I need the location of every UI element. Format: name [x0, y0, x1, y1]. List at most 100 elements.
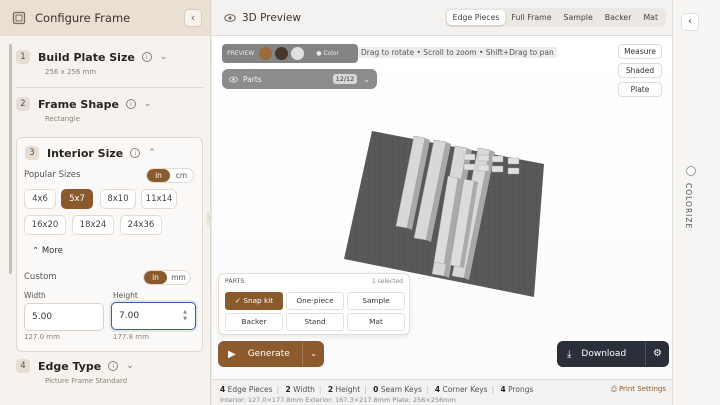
interior-size-card: 3 Interior Size i ⌃ Popular Sizes in cm … — [16, 137, 203, 352]
step-number: 2 — [16, 97, 30, 111]
step-summary: 256 x 256 mm — [45, 68, 97, 76]
generate-button[interactable]: ▶ Generate ⌄ — [218, 341, 324, 367]
chevron-up-icon: ⌃ — [32, 246, 40, 256]
colorize-tab[interactable]: COLORIZE — [684, 183, 693, 229]
preview-header: 3D Preview Edge Pieces Full Frame Sample… — [212, 0, 672, 36]
chevron-down-icon[interactable]: ⌄ — [126, 361, 134, 371]
unit-cm-option[interactable]: cm — [170, 169, 193, 182]
controls-hint: Drag to rotate • Scroll to zoom • Shift+… — [358, 47, 557, 58]
step-edge-type[interactable]: 4 Edge Type i ⌄ Picture Frame Standard — [16, 356, 204, 385]
panel-header: Configure Frame ‹ — [0, 0, 210, 36]
download-button[interactable]: ⤓ Download ⚙ — [557, 341, 669, 367]
height-count-label: Height — [335, 385, 361, 394]
3d-viewport[interactable]: PREVIEW ● Color Drag to rotate • Scroll … — [212, 36, 672, 379]
unit-in-option[interactable]: in — [144, 271, 167, 284]
tab-backer[interactable]: Backer — [599, 10, 638, 25]
tab-full-frame[interactable]: Full Frame — [505, 10, 557, 25]
step-interior-size[interactable]: 3 Interior Size i ⌃ — [25, 143, 156, 163]
edge-pieces-count: 4 — [220, 385, 226, 394]
step-title: Build Plate Size — [38, 50, 135, 64]
sample-button[interactable]: Sample — [347, 292, 405, 310]
size-4x6-button[interactable]: 4x6 — [24, 189, 56, 209]
width-count: 2 — [285, 385, 291, 394]
chevron-down-icon[interactable]: ⌄ — [160, 52, 168, 62]
size-5x7-button[interactable]: 5x7 — [61, 189, 93, 209]
custom-label: Custom — [24, 272, 57, 282]
color-picker[interactable]: ● Color — [316, 50, 339, 57]
stepper-icon[interactable]: ▲ ▼ — [183, 309, 187, 323]
chevron-down-icon[interactable]: ⌄ — [144, 99, 152, 109]
parts-count-badge: 12/12 — [332, 74, 358, 84]
size-16x20-button[interactable]: 16x20 — [24, 215, 66, 235]
height-label: Height — [113, 291, 138, 300]
view-tabs: Edge Pieces Full Frame Sample Backer Mat — [444, 8, 666, 27]
configure-panel: Configure Frame ‹ 1 Build Plate Size i ⌄… — [0, 0, 211, 405]
print-settings-link[interactable]: ⎙ Print Settings — [611, 385, 666, 394]
preview-color-bar: PREVIEW ● Color — [222, 44, 358, 63]
seam-keys-label: Seam Keys — [380, 385, 422, 394]
plate-button[interactable]: Plate — [618, 82, 662, 97]
size-8x10-button[interactable]: 8x10 — [100, 189, 136, 209]
one-piece-button[interactable]: One-piece — [286, 292, 344, 310]
size-11x14-button[interactable]: 11x14 — [141, 189, 177, 209]
corner-keys-count: 4 — [434, 385, 441, 394]
scrollbar[interactable] — [9, 44, 12, 274]
prongs-label: Prongs — [508, 385, 534, 394]
palette-icon — [686, 166, 696, 176]
chevron-down-icon: ⌄ — [363, 74, 370, 84]
measure-button[interactable]: Measure — [618, 44, 662, 59]
info-icon[interactable]: i — [130, 148, 141, 158]
info-icon[interactable]: i — [141, 52, 152, 62]
prongs-count: 4 — [500, 385, 506, 394]
color-swatch-walnut[interactable] — [275, 47, 289, 60]
collapse-panel-button[interactable]: ‹ — [184, 9, 202, 27]
color-swatch-white[interactable] — [291, 47, 305, 60]
size-18x24-button[interactable]: 18x24 — [72, 215, 114, 235]
step-number: 4 — [16, 359, 30, 373]
shaded-button[interactable]: Shaded — [618, 63, 662, 78]
play-icon: ▶ — [228, 348, 236, 360]
panel-title: Configure Frame — [35, 11, 131, 25]
height-mm-hint: 177.8 mm — [113, 333, 149, 341]
height-value: 7.00 — [119, 311, 140, 321]
step-title: Frame Shape — [38, 97, 119, 111]
color-swatch-wood[interactable] — [259, 47, 273, 60]
info-icon[interactable]: i — [125, 99, 136, 109]
backer-button[interactable]: Backer — [225, 313, 283, 331]
expand-panel-button[interactable]: ‹ — [681, 13, 699, 31]
generate-label: Generate — [247, 349, 290, 359]
edge-pieces-label: Edge Pieces — [227, 385, 273, 394]
tab-sample[interactable]: Sample — [558, 10, 599, 25]
snap-kit-label: Snap kit — [243, 296, 274, 305]
width-input[interactable]: 5.00 — [24, 303, 104, 331]
stand-button[interactable]: Stand — [286, 313, 344, 331]
mat-button[interactable]: Mat — [347, 313, 405, 331]
stats-bar: 4 Edge Pieces | 2 Width | 2 Height | 0 Seam… — [212, 379, 672, 405]
step-build-plate[interactable]: 1 Build Plate Size i ⌄ 256 x 256 mm — [16, 47, 204, 76]
unit-in-option[interactable]: in — [147, 169, 170, 182]
print-settings-label: Print Settings — [618, 385, 666, 393]
tab-mat[interactable]: Mat — [637, 10, 664, 25]
size-24x36-button[interactable]: 24x36 — [120, 215, 162, 235]
step-summary: Rectangle — [45, 115, 80, 123]
step-number: 3 — [25, 146, 39, 160]
download-icon: ⤓ — [567, 348, 572, 360]
unit-mm-option[interactable]: mm — [167, 271, 190, 284]
step-frame-shape[interactable]: 2 Frame Shape i ⌄ Rectangle — [16, 94, 204, 123]
gear-icon[interactable]: ⚙ — [645, 341, 669, 367]
tab-edge-pieces[interactable]: Edge Pieces — [446, 10, 506, 25]
width-count-label: Width — [293, 385, 315, 394]
info-icon[interactable]: i — [108, 361, 119, 371]
seam-keys-count: 0 — [373, 385, 379, 394]
right-rail: ‹ COLORIZE — [672, 0, 720, 405]
height-input[interactable]: 7.00 ▲ ▼ — [111, 302, 196, 330]
printer-icon: ⎙ — [611, 385, 619, 393]
width-label: Width — [24, 291, 46, 300]
parts-dropdown[interactable]: Parts 12/12 ⌄ — [222, 69, 377, 89]
frame-icon — [12, 11, 26, 25]
chevron-up-icon[interactable]: ⌃ — [148, 148, 156, 158]
more-sizes-button[interactable]: ⌃ More — [24, 242, 71, 260]
step-number: 1 — [16, 50, 30, 64]
snap-kit-button[interactable]: ✓ Snap kit — [225, 292, 283, 310]
generate-options-button[interactable]: ⌄ — [302, 341, 324, 367]
